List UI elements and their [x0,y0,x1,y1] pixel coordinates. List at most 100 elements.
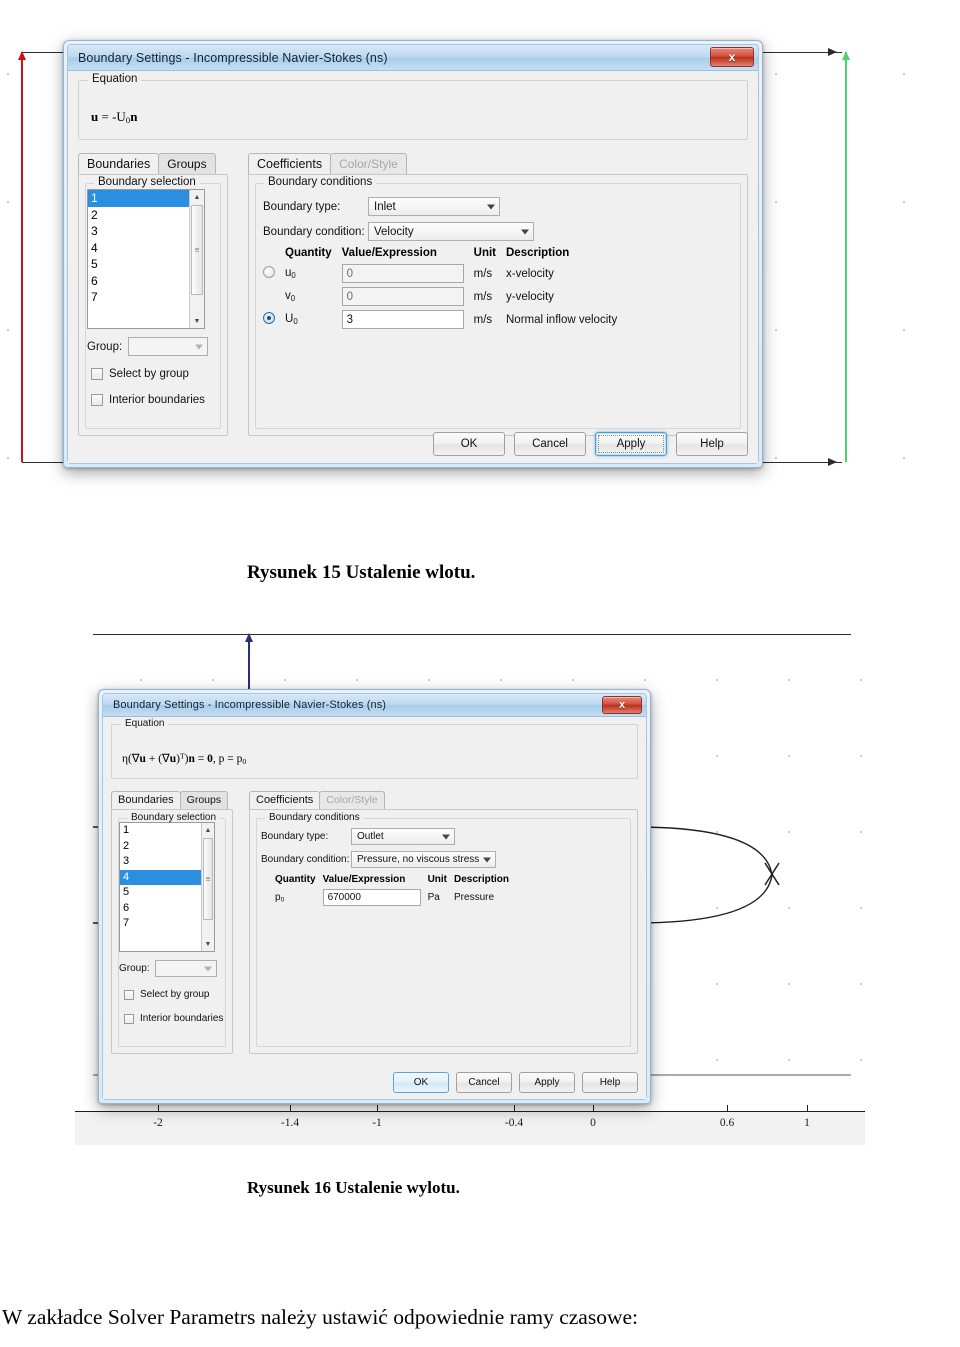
list-item[interactable]: 3 [120,854,201,870]
help-button[interactable]: Help [676,432,748,456]
select-by-group-row[interactable]: Select by group [91,368,189,380]
boundary-type-row: Boundary type: Inlet [263,197,733,216]
interior-boundaries-label: Interior boundaries [109,394,205,406]
tab-boundaries[interactable]: Boundaries [111,791,181,809]
radio-u0[interactable] [263,266,275,278]
col-value: Value/Expression [341,247,437,259]
boundary-type-row: Boundary type: Outlet [261,828,627,845]
tab-coefficients[interactable]: Coefficients [249,791,321,809]
scrollbar-thumb[interactable]: ≡ [191,205,203,295]
boundary-list-scrollbar[interactable]: ▲ ≡ ▼ [201,823,214,951]
group-combo[interactable] [154,960,217,977]
dialog-titlebar[interactable]: Boundary Settings - Incompressible Navie… [103,694,646,717]
scroll-up-icon[interactable]: ▲ [190,190,204,204]
boundary-type-combo[interactable]: Outlet [351,828,455,845]
scroll-down-icon[interactable]: ▼ [202,937,214,951]
boundaries-pane: Boundary selection 1 2 3 4 5 6 7 ▲ ≡ ▼ G… [111,809,233,1054]
list-item[interactable]: 6 [120,901,201,917]
boundary-condition-row: Boundary condition: Pressure, no viscous… [261,851,627,868]
axis-tick-label: -0.4 [504,1117,524,1129]
boundary-listbox[interactable]: 1 2 3 4 5 6 7 ▲ ≡ ▼ [119,822,215,952]
table-row: U0 m/s Normal inflow velocity [263,308,627,331]
equation-text: u = -U0n [91,109,138,126]
boundary-condition-value: Velocity [374,225,414,238]
interior-boundaries-checkbox[interactable] [124,1013,134,1024]
list-item[interactable]: 7 [88,289,189,306]
list-item[interactable]: 5 [120,885,201,901]
scrollbar-grip-icon: ≡ [194,245,200,255]
chevron-down-icon [442,834,450,839]
list-item[interactable]: 6 [88,273,189,290]
select-by-group-checkbox[interactable] [91,368,103,380]
interior-boundaries-checkbox[interactable] [91,394,103,406]
boundary-type-combo[interactable]: Inlet [368,197,500,216]
dialog-titlebar[interactable]: Boundary Settings - Incompressible Navie… [68,45,758,71]
scrollbar-thumb[interactable]: ≡ [203,838,213,920]
select-by-group-label: Select by group [109,368,189,380]
boundaries-pane: Boundary selection 1 2 3 4 5 6 7 ▲ ≡ ▼ G… [78,174,228,436]
interior-boundaries-label: Interior boundaries [140,1013,224,1024]
col-quantity: Quantity [285,247,332,259]
outlet-arrow-green-icon [845,52,847,462]
tab-color-style[interactable]: Color/Style [330,153,407,174]
ok-button[interactable]: OK [393,1072,449,1093]
list-item[interactable]: 5 [88,256,189,273]
list-item[interactable]: 1 [88,190,189,207]
list-item[interactable]: 1 [120,823,201,839]
value-input-p0[interactable] [322,889,421,906]
list-item[interactable]: 4 [120,869,201,885]
tab-groups[interactable]: Groups [179,791,229,809]
cancel-button[interactable]: Cancel [456,1072,512,1093]
value-input-v0[interactable] [341,287,464,306]
group-combo[interactable] [128,337,209,356]
apply-button[interactable]: Apply [519,1072,575,1093]
scroll-down-icon[interactable]: ▼ [190,314,204,328]
cancel-button[interactable]: Cancel [514,432,586,456]
help-button[interactable]: Help [582,1072,638,1093]
apply-button[interactable]: Apply [595,432,667,456]
interior-boundaries-row[interactable]: Interior boundaries [91,394,205,406]
list-item[interactable]: 7 [120,916,201,932]
boundary-condition-combo[interactable]: Velocity [368,222,534,241]
select-by-group-checkbox[interactable] [124,989,134,1000]
boundary-condition-value: Pressure, no viscous stress [357,854,480,865]
tab-coefficients[interactable]: Coefficients [248,153,332,174]
figure-caption-15: Rysunek 15 Ustalenie wlotu. [247,562,476,583]
boundary-settings-dialog-outlet[interactable]: Boundary Settings - Incompressible Navie… [98,689,651,1104]
tab-boundaries[interactable]: Boundaries [78,153,160,174]
chevron-down-icon [521,229,529,234]
list-item[interactable]: 2 [88,207,189,224]
boundary-type-value: Inlet [374,200,396,213]
group-label: Group: [119,963,150,974]
axis-tick [158,1105,159,1112]
group-row: Group: [87,337,209,356]
boundary-listbox[interactable]: 1 2 3 4 5 6 7 ▲ ≡ ▼ [87,189,205,329]
boundary-condition-combo[interactable]: Pressure, no viscous stress [351,851,496,868]
left-tabstrip: Boundaries Groups [111,790,241,809]
col-value: Value/Expression [322,874,406,885]
unit-U0: m/s [473,313,493,326]
col-description: Description [454,874,510,885]
scroll-up-icon[interactable]: ▲ [202,823,214,837]
boundary-settings-dialog-inlet[interactable]: Boundary Settings - Incompressible Navie… [63,40,763,468]
select-by-group-label: Select by group [140,989,210,1000]
interior-boundaries-row[interactable]: Interior boundaries [124,1013,223,1024]
ok-button[interactable]: OK [433,432,505,456]
close-icon[interactable]: x [710,47,754,67]
tab-color-style[interactable]: Color/Style [319,791,385,809]
list-item[interactable]: 3 [88,223,189,240]
radio-U0[interactable] [263,312,275,324]
list-item[interactable]: 2 [120,839,201,855]
value-input-u0[interactable] [341,264,464,283]
tab-groups[interactable]: Groups [158,153,216,174]
quantity-table: Quantity Value/Expression Unit Descripti… [261,874,516,908]
value-input-U0[interactable] [341,310,464,329]
list-item[interactable]: 4 [88,240,189,257]
axis-tick [727,1105,728,1112]
close-icon[interactable]: x [602,696,642,714]
scrollbar-grip-icon: ≡ [205,874,211,884]
select-by-group-row[interactable]: Select by group [124,989,210,1000]
right-tabstrip: Coefficients Color/Style [249,790,638,809]
dialog-title: Boundary Settings - Incompressible Navie… [113,699,387,711]
boundary-list-scrollbar[interactable]: ▲ ≡ ▼ [189,190,204,328]
